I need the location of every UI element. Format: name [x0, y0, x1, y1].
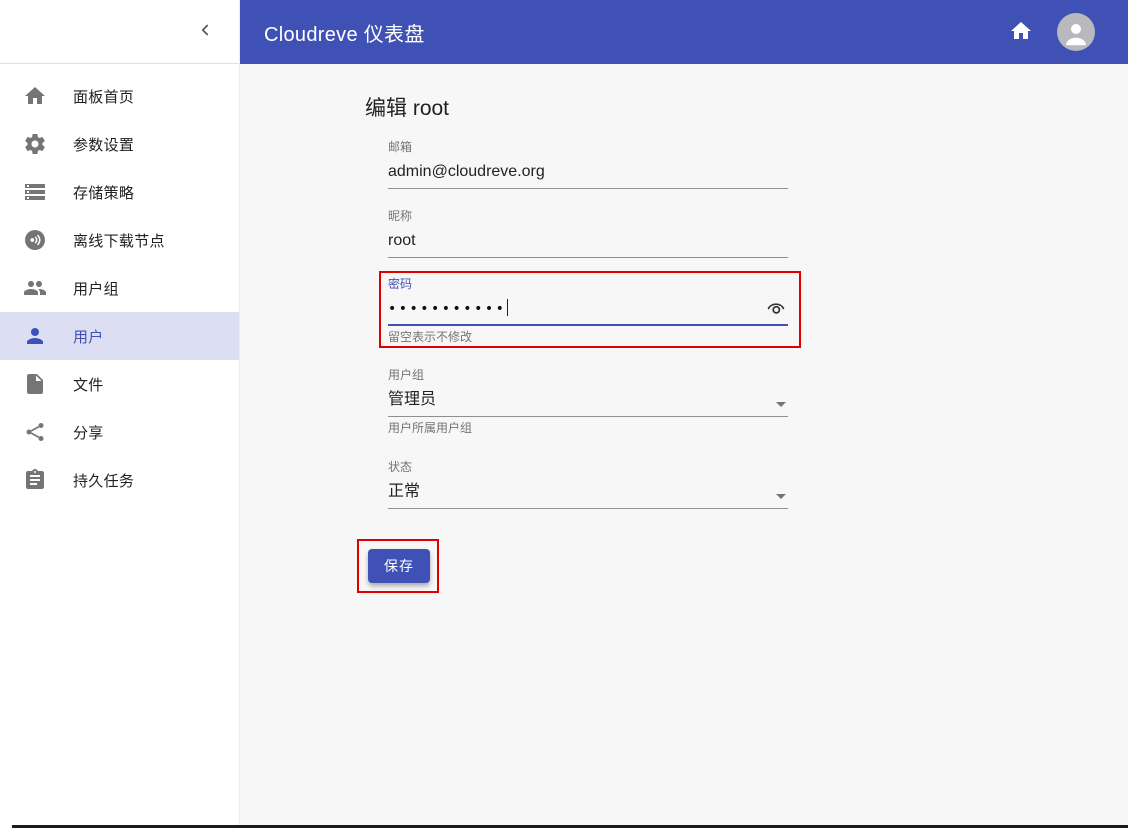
- user-group-helper-text: 用户所属用户组: [388, 421, 473, 435]
- cloudreve-dashboard: 面板首页 参数设置 存储策略 离线下载节点 用户组 用户 文件 分享 持久任务 …: [0, 0, 1128, 828]
- user-avatar[interactable]: [1057, 13, 1095, 51]
- sidebar-menu: 面板首页 参数设置 存储策略 离线下载节点 用户组 用户 文件 分享 持久任务: [0, 72, 239, 504]
- status-field: 状态 正常: [388, 460, 788, 509]
- home-icon: [23, 84, 47, 108]
- nickname-field: 昵称 root: [388, 209, 788, 258]
- status-selected-value: 正常: [388, 483, 421, 500]
- user-group-label: 用户组: [388, 368, 425, 382]
- password-label: 密码: [388, 277, 413, 291]
- user-group-field: 用户组 管理员 用户所属用户组: [388, 368, 788, 435]
- people-icon: [23, 276, 47, 300]
- password-masked-value: •••••••••••: [388, 301, 507, 317]
- chevron-down-icon: [776, 494, 786, 499]
- chevron-down-icon: [776, 402, 786, 407]
- share-icon: [23, 420, 47, 444]
- status-label: 状态: [388, 460, 413, 474]
- chevron-left-icon: [196, 21, 214, 42]
- sidebar-item-label: 持久任务: [73, 472, 135, 490]
- home-button[interactable]: [1001, 12, 1041, 52]
- sidebar-item-user-groups[interactable]: 用户组: [0, 264, 239, 312]
- main-content: 编辑 root 邮箱 admin@cloudreve.org 昵称 root 密…: [240, 64, 1128, 828]
- password-field: 密码 ••••••••••• 留空表示不修改: [388, 277, 788, 344]
- sidebar-item-label: 用户组: [73, 280, 119, 298]
- app-title: Cloudreve 仪表盘: [264, 23, 425, 46]
- email-input[interactable]: admin@cloudreve.org: [388, 162, 788, 189]
- email-label: 邮箱: [388, 140, 413, 154]
- sidebar-item-label: 存储策略: [73, 184, 135, 202]
- clipboard-icon: [23, 468, 47, 492]
- user-group-selected-value: 管理员: [388, 391, 437, 408]
- gear-icon: [23, 132, 47, 156]
- home-icon: [1009, 19, 1033, 46]
- sidebar-item-label: 面板首页: [73, 88, 135, 106]
- sidebar-item-label: 分享: [73, 424, 104, 442]
- password-helper-text: 留空表示不修改: [388, 330, 473, 344]
- sidebar-item-offline-download-nodes[interactable]: 离线下载节点: [0, 216, 239, 264]
- nickname-input[interactable]: root: [388, 231, 788, 258]
- collapse-sidebar-button[interactable]: [189, 16, 221, 48]
- sidebar-item-label: 参数设置: [73, 136, 135, 154]
- sidebar-item-persistent-tasks[interactable]: 持久任务: [0, 456, 239, 504]
- sidebar-item-dashboard-home[interactable]: 面板首页: [0, 72, 239, 120]
- toggle-password-visibility-button[interactable]: [764, 297, 788, 319]
- sidebar-item-users[interactable]: 用户: [0, 312, 239, 360]
- email-field: 邮箱 admin@cloudreve.org: [388, 140, 788, 189]
- sidebar-item-storage-policy[interactable]: 存储策略: [0, 168, 239, 216]
- text-caret: [507, 299, 509, 316]
- sidebar-item-label: 用户: [73, 328, 104, 346]
- sidebar-item-label: 文件: [73, 376, 104, 394]
- sidebar-item-files[interactable]: 文件: [0, 360, 239, 408]
- appbar-actions: [1001, 12, 1128, 52]
- person-icon: [23, 324, 47, 348]
- sidebar: 面板首页 参数设置 存储策略 离线下载节点 用户组 用户 文件 分享 持久任务: [0, 0, 240, 828]
- file-icon: [23, 372, 47, 396]
- page-title: 编辑 root: [365, 97, 450, 120]
- save-button[interactable]: 保存: [368, 549, 430, 583]
- nickname-label: 昵称: [388, 209, 413, 223]
- status-select[interactable]: 正常: [388, 482, 788, 509]
- sidebar-header: [0, 0, 239, 64]
- sidebar-item-label: 离线下载节点: [73, 232, 165, 250]
- broadcast-icon: [23, 228, 47, 252]
- person-icon: [1061, 13, 1091, 51]
- storage-icon: [23, 180, 47, 204]
- password-input[interactable]: •••••••••••: [388, 299, 788, 326]
- sidebar-item-shares[interactable]: 分享: [0, 408, 239, 456]
- user-group-select[interactable]: 管理员: [388, 390, 788, 417]
- sidebar-item-settings[interactable]: 参数设置: [0, 120, 239, 168]
- appbar: Cloudreve 仪表盘: [240, 0, 1128, 64]
